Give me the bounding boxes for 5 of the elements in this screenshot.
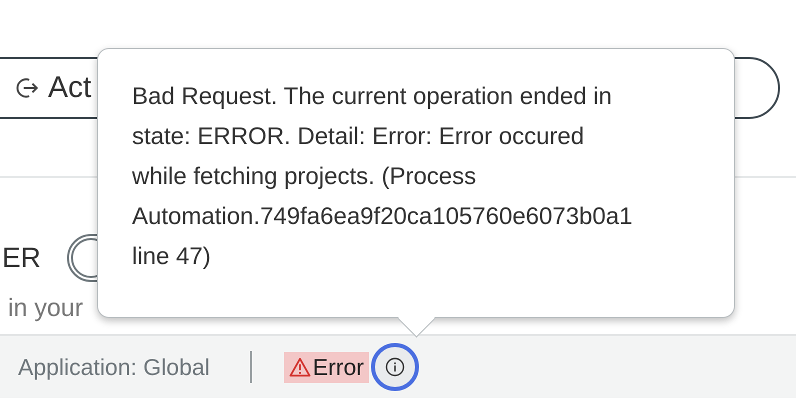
setting-label: ER bbox=[2, 242, 41, 274]
status-text: Error bbox=[312, 354, 364, 380]
setting-description: in your bbox=[8, 294, 84, 323]
error-message: Bad Request. The current operation ended in state: ERROR. Detail: Error: Error occured while fetching projects. (Process Automation.749fa6ea9f20ca105760e6073b0a1 line 47) bbox=[132, 82, 634, 272]
application-label: Application: Global bbox=[18, 354, 210, 380]
